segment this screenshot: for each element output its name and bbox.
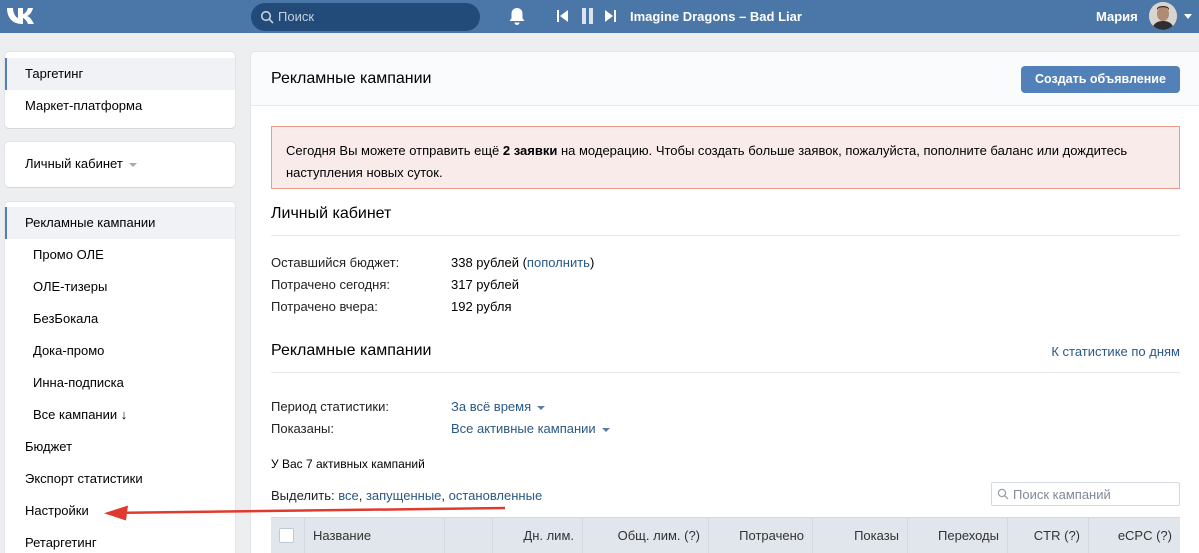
column-name[interactable]: Название bbox=[305, 518, 445, 553]
warning-text-start: Сегодня Вы можете отправить ещё bbox=[286, 143, 503, 158]
chevron-down-icon[interactable] bbox=[1184, 14, 1192, 19]
next-track-icon[interactable] bbox=[604, 10, 616, 22]
page-title: Рекламные кампании bbox=[271, 70, 432, 87]
main-panel: Рекламные кампании Создать объявление Се… bbox=[251, 52, 1199, 553]
chevron-down-icon bbox=[128, 162, 137, 167]
sidebar-item-doka-promo[interactable]: Дока-промо bbox=[5, 335, 235, 367]
user-name[interactable]: Мария bbox=[1096, 9, 1138, 24]
period-value: За всё время bbox=[451, 399, 532, 414]
now-playing-track[interactable]: Imagine Dragons – Bad Liar bbox=[630, 9, 802, 24]
column-impressions[interactable]: Показы bbox=[813, 518, 908, 553]
top-bar: Поиск Imagine Dragons – Bad Liar Мария bbox=[0, 0, 1199, 33]
pause-icon[interactable] bbox=[582, 8, 594, 24]
account-selector-label: Личный кабинет bbox=[25, 156, 123, 171]
sidebar-item-promo-ole[interactable]: Промо ОЛЕ bbox=[5, 239, 235, 271]
sidebar-item-targeting[interactable]: Таргетинг bbox=[5, 58, 235, 90]
select-running-link[interactable]: запущенные bbox=[366, 488, 441, 503]
select-all-link[interactable]: все bbox=[338, 488, 359, 503]
column-daily-limit[interactable]: Дн. лим. bbox=[493, 518, 583, 553]
divider bbox=[271, 235, 1180, 236]
account-selector[interactable]: Личный кабинет bbox=[5, 148, 235, 180]
spent-today-label: Потрачено сегодня: bbox=[271, 277, 390, 292]
sidebar-item-export-stats[interactable]: Экспорт статистики bbox=[5, 463, 235, 495]
period-dropdown[interactable]: За всё время bbox=[451, 399, 546, 414]
sidebar-section-account: Личный кабинет bbox=[5, 142, 235, 187]
sidebar-item-all-campaigns[interactable]: Все кампании ↓ bbox=[5, 399, 235, 431]
budget-amount: 338 рублей ( bbox=[451, 255, 527, 270]
moderation-warning: Сегодня Вы можете отправить ещё 2 заявки… bbox=[271, 126, 1180, 189]
budget-value: 338 рублей (пополнить) bbox=[451, 255, 594, 270]
create-ad-button[interactable]: Создать объявление bbox=[1021, 66, 1180, 93]
select-all-checkbox-cell bbox=[271, 518, 305, 553]
prev-track-icon[interactable] bbox=[557, 10, 569, 22]
shown-value: Все активные кампании bbox=[451, 421, 596, 436]
select-stopped-link[interactable]: остановленные bbox=[449, 488, 543, 503]
spent-today-value: 317 рублей bbox=[451, 277, 519, 292]
campaign-search-input[interactable]: Поиск кампаний bbox=[991, 482, 1180, 506]
sidebar-item-retargeting[interactable]: Ретаргетинг bbox=[5, 527, 235, 553]
chevron-down-icon bbox=[537, 405, 546, 410]
search-icon bbox=[260, 10, 274, 24]
divider bbox=[271, 372, 1180, 373]
sidebar-item-campaigns[interactable]: Рекламные кампании bbox=[5, 207, 235, 239]
shown-label: Показаны: bbox=[271, 421, 334, 436]
column-spacer bbox=[445, 518, 493, 553]
cabinet-title: Личный кабинет bbox=[271, 205, 392, 222]
select-all-checkbox[interactable] bbox=[279, 528, 294, 543]
vk-logo-icon[interactable] bbox=[5, 5, 39, 27]
period-label: Период статистики: bbox=[271, 399, 389, 414]
select-label: Выделить: bbox=[271, 488, 335, 503]
sidebar-item-bezbokala[interactable]: БезБокала bbox=[5, 303, 235, 335]
column-spent[interactable]: Потрачено bbox=[709, 518, 813, 553]
top-up-link[interactable]: пополнить bbox=[527, 255, 590, 270]
sidebar-section-ads: Таргетинг Маркет-платформа bbox=[5, 52, 235, 128]
search-icon bbox=[997, 488, 1009, 500]
sidebar-item-market-platform[interactable]: Маркет-платформа bbox=[5, 90, 235, 122]
bell-icon[interactable] bbox=[508, 7, 526, 26]
active-campaigns-count: У Вас 7 активных кампаний bbox=[271, 457, 425, 471]
annotation-arrow bbox=[104, 505, 506, 521]
chevron-down-icon bbox=[601, 427, 610, 432]
avatar[interactable] bbox=[1149, 2, 1177, 30]
campaigns-title: Рекламные кампании bbox=[271, 342, 432, 359]
column-ctr[interactable]: CTR (?) bbox=[1008, 518, 1089, 553]
main-header: Рекламные кампании Создать объявление bbox=[251, 52, 1199, 106]
spent-yesterday-value: 192 рубля bbox=[451, 299, 512, 314]
campaign-search-placeholder: Поиск кампаний bbox=[1013, 487, 1111, 502]
column-total-limit[interactable]: Общ. лим. (?) bbox=[583, 518, 709, 553]
warning-count: 2 заявки bbox=[502, 143, 558, 158]
budget-label: Оставшийся бюджет: bbox=[271, 255, 400, 270]
sidebar-section-campaigns: Рекламные кампании Промо ОЛЕ ОЛЕ-тизеры … bbox=[5, 202, 235, 553]
search-placeholder: Поиск bbox=[278, 9, 315, 24]
shown-dropdown[interactable]: Все активные кампании bbox=[451, 421, 610, 436]
column-ecpc[interactable]: eCPC (?) bbox=[1089, 518, 1180, 553]
select-filter: Выделить: все, запущенные, остановленные bbox=[271, 488, 543, 503]
column-clicks[interactable]: Переходы bbox=[908, 518, 1008, 553]
sidebar-item-budget[interactable]: Бюджет bbox=[5, 431, 235, 463]
daily-stats-link[interactable]: К статистике по дням bbox=[1051, 344, 1180, 359]
sidebar-item-inna-subscription[interactable]: Инна-подписка bbox=[5, 367, 235, 399]
search-field[interactable]: Поиск bbox=[251, 3, 480, 31]
sidebar-item-ole-teasers[interactable]: ОЛЕ-тизеры bbox=[5, 271, 235, 303]
budget-tail: ) bbox=[589, 255, 595, 270]
spent-yesterday-label: Потрачено вчера: bbox=[271, 299, 378, 314]
